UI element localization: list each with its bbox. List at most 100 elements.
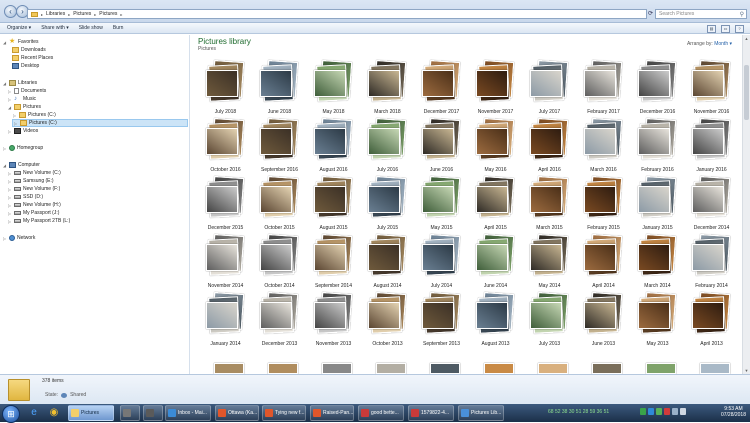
- slide-show-button[interactable]: Slide show: [79, 25, 103, 31]
- nav-pictures-c-1[interactable]: ▷ Pictures (C:): [12, 111, 56, 119]
- photo-stack-tile[interactable]: December 2016: [630, 59, 685, 123]
- taskbar-raised-panel-button[interactable]: Raised-Pan...: [310, 405, 354, 421]
- expand-arrow-icon[interactable]: ▷: [7, 203, 12, 208]
- photo-stack-tile[interactable]: April 2014: [576, 233, 631, 297]
- photo-stack-tile[interactable]: June 2014: [468, 233, 523, 297]
- tray-app-icon[interactable]: [664, 408, 670, 415]
- nav-drive-c[interactable]: ▷ New Volume (C:): [7, 169, 61, 177]
- nav-pictures-c-2[interactable]: ▷ Pictures (C:): [12, 119, 188, 127]
- help-icon[interactable]: ?: [735, 25, 744, 33]
- photo-stack-tile[interactable]: May 2018: [306, 59, 361, 123]
- scroll-down-arrow-icon[interactable]: ▼: [744, 368, 749, 373]
- photo-stack-tile[interactable]: July 2018: [198, 59, 253, 123]
- photo-stack-tile[interactable]: January 2014: [198, 291, 253, 355]
- photo-stack-tile[interactable]: May 2013: [630, 291, 685, 355]
- library-subtitle[interactable]: Pictures: [198, 46, 216, 52]
- nav-pictures[interactable]: ◢ Pictures: [7, 103, 41, 111]
- chrome-icon[interactable]: ◉: [47, 406, 61, 420]
- expand-arrow-icon[interactable]: ◢: [2, 81, 7, 86]
- tray-app-icon[interactable]: [656, 408, 662, 415]
- photo-stack-tile[interactable]: November 2014: [198, 233, 253, 297]
- taskbar-app-button[interactable]: [120, 405, 140, 421]
- photo-stack-tile[interactable]: July 2013: [522, 291, 577, 355]
- photo-stack-tile[interactable]: October 2014: [252, 233, 307, 297]
- start-button[interactable]: ⊞: [2, 405, 20, 423]
- expand-arrow-icon[interactable]: ▷: [7, 195, 12, 200]
- arrange-value[interactable]: Month ▾: [714, 41, 732, 47]
- refresh-icon[interactable]: ⟳: [648, 9, 655, 19]
- vertical-scrollbar[interactable]: ▲ ▼: [742, 35, 750, 374]
- network-icon[interactable]: [672, 408, 678, 415]
- photo-stack-tile[interactable]: August 2013: [468, 291, 523, 355]
- expand-arrow-icon[interactable]: ▷: [7, 97, 12, 102]
- expand-arrow-icon[interactable]: ◢: [2, 40, 7, 45]
- expand-arrow-icon[interactable]: ◢: [2, 163, 7, 168]
- nav-computer[interactable]: ◢ Computer: [2, 161, 40, 169]
- nav-drive-j[interactable]: ▷ My Passport (J:): [7, 209, 59, 217]
- nav-homegroup[interactable]: ▷ Homegroup: [2, 144, 43, 152]
- photo-stack-tile[interactable]: June 2018: [252, 59, 307, 123]
- nav-music[interactable]: ▷ ♪ Music: [7, 95, 36, 103]
- clock[interactable]: 9:53 AM 07/28/2018: [721, 406, 746, 418]
- photo-stack-tile[interactable]: March 2014: [630, 233, 685, 297]
- photo-stack-tile[interactable]: March 2015: [522, 175, 577, 239]
- photo-stack-tile[interactable]: April 2013: [684, 291, 739, 355]
- burn-button[interactable]: Burn: [113, 25, 124, 31]
- photo-stack-tile[interactable]: July 2015: [360, 175, 415, 239]
- photo-stack-tile[interactable]: December 2014: [684, 175, 739, 239]
- taskbar-ottawa-button[interactable]: Ottawa (Ka...: [215, 405, 259, 421]
- photo-stack-tile[interactable]: September 2013: [414, 291, 469, 355]
- expand-arrow-icon[interactable]: ▷: [7, 187, 12, 192]
- photo-stack-tile[interactable]: December 2017: [414, 59, 469, 123]
- photo-stack-tile[interactable]: September 2014: [306, 233, 361, 297]
- tray-app-icon[interactable]: [640, 408, 646, 415]
- photo-stack-tile[interactable]: February 2016: [630, 117, 685, 181]
- photo-stack-tile[interactable]: November 2013: [306, 291, 361, 355]
- nav-network[interactable]: ▷ Network: [2, 234, 35, 242]
- nav-recent-places[interactable]: Recent Places: [12, 54, 53, 62]
- nav-drive-d[interactable]: ▷ SSD (D:): [7, 193, 43, 201]
- expand-arrow-icon[interactable]: ▷: [7, 219, 12, 224]
- nav-downloads[interactable]: Downloads: [12, 46, 46, 54]
- expand-arrow-icon[interactable]: ▷: [12, 113, 17, 118]
- nav-drive-e[interactable]: ▷ Samsung (E:): [7, 177, 54, 185]
- taskbar-1579822-button[interactable]: 1579822-4...: [408, 405, 454, 421]
- organize-button[interactable]: Organize ▾: [7, 25, 31, 31]
- taskbar-app-button[interactable]: [143, 405, 163, 421]
- nav-favorites[interactable]: ◢ ★ Favorites: [2, 38, 39, 46]
- expand-arrow-icon[interactable]: ▷: [13, 121, 18, 126]
- breadcrumb-pictures-current[interactable]: Pictures: [99, 11, 117, 17]
- expand-arrow-icon[interactable]: ◢: [7, 105, 12, 110]
- photo-stack-tile[interactable]: August 2014: [360, 233, 415, 297]
- photo-stack-tile[interactable]: May 2014: [522, 233, 577, 297]
- address-field[interactable]: ▸ Libraries ▸ Pictures ▸ Pictures ▸: [27, 9, 647, 19]
- photo-stack-tile[interactable]: April 2015: [468, 175, 523, 239]
- expand-arrow-icon[interactable]: ▷: [7, 129, 12, 134]
- scroll-up-arrow-icon[interactable]: ▲: [744, 36, 749, 41]
- expand-arrow-icon[interactable]: ▷: [7, 211, 12, 216]
- nav-drive-l[interactable]: ▷ My Passport 2TB (L:): [7, 217, 70, 225]
- search-input[interactable]: Search Pictures ⚲: [655, 9, 747, 19]
- photo-stack-tile[interactable]: February 2017: [576, 59, 631, 123]
- photo-stack-tile[interactable]: February 2014: [684, 233, 739, 297]
- scroll-thumb[interactable]: [744, 65, 749, 120]
- expand-arrow-icon[interactable]: ▷: [7, 171, 12, 176]
- breadcrumb-pictures[interactable]: Pictures: [73, 11, 91, 17]
- expand-arrow-icon[interactable]: ▷: [7, 179, 12, 184]
- taskbar-pictures-button[interactable]: Pictures: [68, 405, 114, 421]
- photo-stack-tile[interactable]: July 2016: [360, 117, 415, 181]
- view-options-icon[interactable]: ▤: [707, 25, 716, 33]
- photo-stack-tile[interactable]: June 2013: [576, 291, 631, 355]
- photo-stack-tile[interactable]: January 2015: [630, 175, 685, 239]
- photo-stack-tile[interactable]: March 2018: [360, 59, 415, 123]
- photo-stack-tile[interactable]: November 2016: [684, 59, 739, 123]
- expand-arrow-icon[interactable]: ▷: [2, 146, 7, 151]
- photo-stack-tile[interactable]: August 2016: [306, 117, 361, 181]
- preview-pane-icon[interactable]: ▭: [721, 25, 730, 33]
- taskbar-tying-new-button[interactable]: Tying new f...: [262, 405, 306, 421]
- photo-stack-tile[interactable]: December 2013: [252, 291, 307, 355]
- nav-documents[interactable]: ▷ Documents: [7, 87, 46, 95]
- internet-explorer-icon[interactable]: e: [27, 406, 41, 420]
- volume-icon[interactable]: [680, 408, 686, 415]
- photo-stack-tile[interactable]: February 2015: [576, 175, 631, 239]
